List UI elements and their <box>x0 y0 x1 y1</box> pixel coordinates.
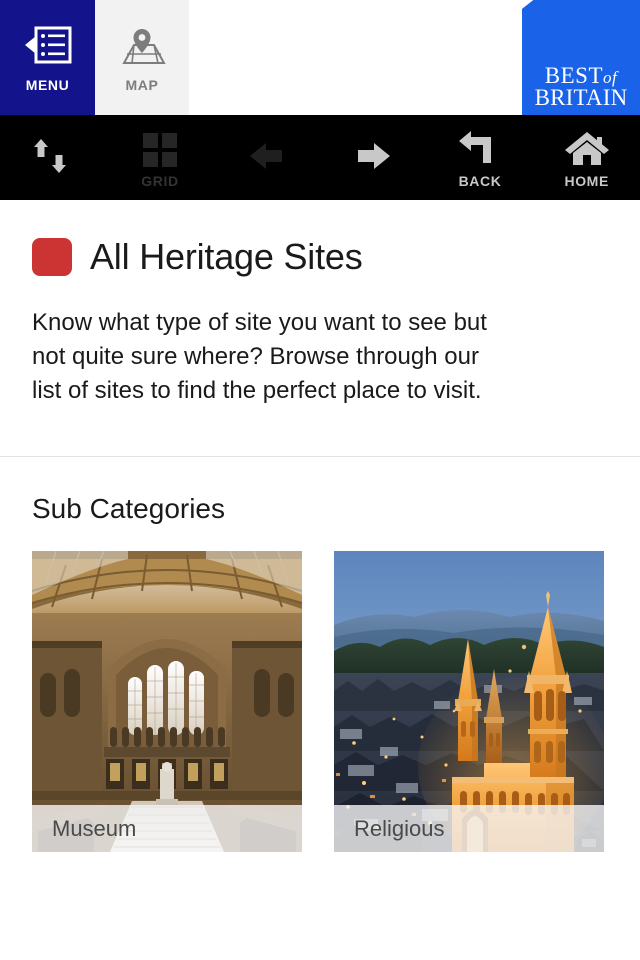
menu-button[interactable]: MENU <box>0 0 95 115</box>
app-header: MENU MAP BESTof BRITAIN <box>0 0 640 115</box>
back-button[interactable]: BACK <box>427 115 534 200</box>
home-house-icon <box>562 127 612 169</box>
map-button[interactable]: MAP <box>95 0 189 115</box>
menu-button-label: MENU <box>25 76 70 93</box>
sort-updown-button[interactable] <box>0 115 107 200</box>
grid-label: GRID <box>141 172 179 189</box>
grid-button[interactable]: GRID <box>107 115 214 200</box>
next-button[interactable] <box>320 115 427 200</box>
home-button[interactable]: HOME <box>533 115 640 200</box>
subcategory-card-religious[interactable]: Religious <box>334 551 604 852</box>
page-content: All Heritage Sites Know what type of sit… <box>0 200 640 852</box>
back-label: BACK <box>458 172 502 189</box>
page-title-row: All Heritage Sites <box>0 200 640 278</box>
logo-line2: BRITAIN <box>534 85 628 111</box>
menu-list-icon <box>22 23 74 71</box>
header-spacer <box>189 0 522 115</box>
page-title: All Heritage Sites <box>90 236 363 277</box>
map-button-label: MAP <box>125 76 159 93</box>
up-down-arrows-icon <box>26 135 80 177</box>
card-label-museum: Museum <box>32 805 302 852</box>
sub-categories-heading: Sub Categories <box>32 493 226 524</box>
previous-button[interactable] <box>213 115 320 200</box>
logo-white-stripe <box>522 0 640 44</box>
sub-categories-list: Museum Religious <box>0 525 640 852</box>
logo-text: BESTof BRITAIN <box>522 64 640 111</box>
arrow-left-icon <box>242 135 292 177</box>
brand-logo: BESTof BRITAIN <box>522 0 640 115</box>
subcategory-card-museum[interactable]: Museum <box>32 551 302 852</box>
card-label-religious: Religious <box>334 805 604 852</box>
navigation-toolbar: GRID BACK HOME <box>0 115 640 200</box>
page-description: Know what type of site you want to see b… <box>32 309 487 404</box>
logo-red-stripe <box>522 0 640 38</box>
map-pin-icon <box>116 23 168 71</box>
arrow-right-icon <box>348 135 398 177</box>
category-color-badge <box>32 238 72 276</box>
home-label: HOME <box>564 172 609 189</box>
grid-icon <box>137 127 183 169</box>
back-curved-arrow-icon <box>455 127 505 169</box>
